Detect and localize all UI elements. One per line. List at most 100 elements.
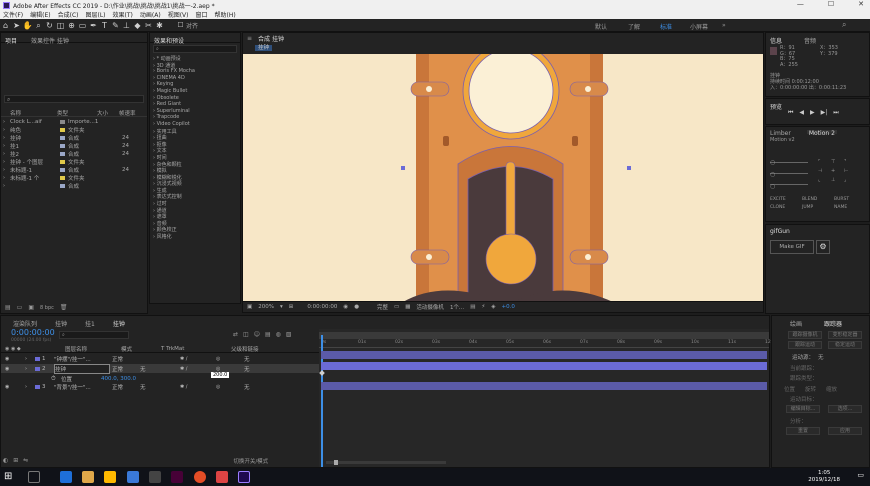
label-color-icon[interactable] [60, 160, 65, 164]
layer-label-color-icon[interactable] [35, 384, 40, 389]
anchor-r-icon[interactable]: ⊢ [844, 168, 854, 174]
effect-category[interactable]: › 扭曲 [150, 134, 240, 141]
layer-label-color-icon[interactable] [35, 356, 40, 361]
timeline-graph[interactable]: 0s 01s 02s 03s 04s 05s 06s 07s 08s 09s 10s 11s 12s [319, 329, 773, 467]
expand-icon[interactable]: › [1, 135, 10, 141]
layer-parent[interactable]: 无 [244, 355, 250, 363]
slider-knob-2[interactable]: ○ [770, 169, 775, 181]
project-item[interactable]: › 未标题-1 合成 24 [1, 166, 147, 174]
switches-icon[interactable]: ✱ ∕ [180, 384, 216, 390]
store-icon[interactable] [127, 471, 139, 483]
effect-category[interactable]: › 沉浸式视频 [150, 180, 240, 187]
menu-edit[interactable]: 编辑(E) [30, 10, 50, 19]
type-tool-icon[interactable]: T [99, 20, 110, 31]
effect-category[interactable]: › Red Giant [150, 101, 240, 108]
toggle-icon[interactable]: ▤ [470, 304, 475, 310]
edit-target-button[interactable]: 编辑目标... [786, 405, 820, 413]
col-size[interactable]: 大小 [97, 109, 119, 117]
layer-bar-1[interactable] [321, 351, 767, 359]
anchor-bl-icon[interactable]: ⌞ [818, 177, 828, 183]
expand-icon[interactable]: › [1, 127, 10, 133]
new-comp-icon[interactable]: ▣ [28, 304, 34, 311]
effect-category[interactable]: › Magic Bullet [150, 88, 240, 95]
label-color-icon[interactable] [60, 144, 65, 148]
selection-tool-icon[interactable]: ➤ [11, 20, 22, 31]
switches-icon[interactable]: ✱ ∕ [180, 366, 216, 372]
scale-checkbox[interactable]: 缩放 [826, 385, 837, 393]
snap-checkbox-icon[interactable]: ☐ [175, 20, 186, 31]
project-item[interactable]: › 挂钟 - 个图层 文件夹 [1, 158, 147, 166]
grid-icon[interactable]: ⊞ [289, 304, 294, 310]
project-item[interactable]: › 未标题-1 个 文件夹 [1, 174, 147, 182]
project-item[interactable]: › 合成 [1, 182, 147, 190]
effect-category[interactable]: › 模糊和锐化 [150, 174, 240, 181]
project-item[interactable]: › 挂2 合成 24 [1, 150, 147, 158]
effect-category[interactable]: › 抠像 [150, 141, 240, 148]
task-view-icon[interactable] [28, 471, 40, 483]
color-swatch-icon[interactable]: ● [354, 304, 359, 310]
pickwhip-icon[interactable]: ◎ [216, 366, 244, 372]
menu-composition[interactable]: 合成(C) [58, 10, 79, 19]
effect-category[interactable]: › Video Copilot [150, 121, 240, 128]
after-effects-icon[interactable] [238, 471, 250, 483]
shy-icon[interactable]: ☺ [254, 331, 260, 338]
clock-time[interactable]: 1:05 [808, 470, 840, 477]
frame-blend-icon[interactable]: ▤ [265, 331, 271, 338]
menu-window[interactable]: 窗口 [195, 10, 207, 19]
clone-tool-icon[interactable]: ⊥ [121, 20, 132, 31]
time-ruler[interactable]: 0s 01s 02s 03s 04s 05s 06s 07s 08s 09s 10s 11s 12s [319, 340, 773, 348]
effect-category[interactable]: › Superluminal [150, 108, 240, 115]
anchor-b-icon[interactable]: ⊥ [831, 177, 841, 183]
region-icon[interactable]: ▭ [394, 304, 399, 310]
layer-row[interactable]: ◉ › 2 挂钟 正常无 ✱ ∕ ◎ 无 [1, 363, 319, 374]
folder-icon[interactable] [104, 471, 116, 483]
pan-behind-tool-icon[interactable]: ⊕ [66, 20, 77, 31]
warp-stabilizer-button[interactable]: 变形稳定器 [828, 331, 862, 339]
motion-blur-icon[interactable]: ◍ [276, 331, 281, 338]
effect-category[interactable]: › 模拟 [150, 167, 240, 174]
puppet-tool-icon[interactable]: ✱ [154, 20, 165, 31]
xd-icon[interactable] [171, 471, 183, 483]
effect-category[interactable]: › 实用工具 [150, 128, 240, 135]
app-icon[interactable] [149, 471, 161, 483]
eraser-tool-icon[interactable]: ◆ [132, 20, 143, 31]
position-value[interactable]: 400.0, 300.0 [101, 376, 136, 382]
anchor-tr-icon[interactable]: ⌝ [844, 159, 854, 165]
menu-view[interactable]: 视图(V) [168, 10, 189, 19]
pickwhip-icon[interactable]: ◎ [216, 384, 244, 390]
windows-start-icon[interactable]: ⊞ [4, 471, 16, 483]
workspace-small-screen[interactable]: 小屏幕 [690, 22, 708, 31]
effect-category[interactable]: › * 动画预设 [150, 55, 240, 62]
expand-icon[interactable]: › [1, 143, 10, 149]
expand-icon[interactable]: ⊞ [13, 457, 18, 465]
timeline-timecode[interactable]: 0:00:00:00 [11, 328, 55, 337]
layer-name[interactable]: "钟摆"/挂一"... [54, 355, 110, 363]
graph-editor-icon[interactable]: ▧ [286, 331, 292, 338]
tab-project[interactable]: 项目 [5, 36, 17, 45]
excite-button[interactable]: EXCITE [770, 197, 802, 202]
effect-category[interactable]: › Obsolete [150, 95, 240, 102]
home-icon[interactable]: ⌂ [0, 20, 11, 31]
prev-frame-icon[interactable]: ◀ [799, 109, 804, 117]
tab-audio[interactable]: 音频 [804, 36, 816, 45]
av-switches-icon[interactable]: ◉ ◉ ◆ [1, 346, 65, 352]
position-checkbox[interactable]: 位置 [784, 385, 795, 393]
effect-category[interactable]: › 生成 [150, 187, 240, 194]
apply-button[interactable]: 应用 [828, 427, 862, 435]
bpc-label[interactable]: 8 bpc [40, 305, 54, 311]
workspace-default[interactable]: 默认 [595, 22, 607, 31]
tab-timeline-active[interactable]: 挂钟 [113, 319, 125, 328]
project-search-icon[interactable]: ⌕ [5, 96, 10, 103]
expand-icon[interactable]: › [1, 151, 10, 157]
hand-tool-icon[interactable]: ✋ [22, 20, 33, 31]
effect-category[interactable]: › Boris FX Mocha [150, 68, 240, 75]
first-frame-icon[interactable]: ⏮ [788, 109, 793, 117]
effect-category[interactable]: › 通道 [150, 207, 240, 214]
snapshot-icon[interactable]: ◉ [343, 304, 348, 310]
clone-button[interactable]: CLONE [770, 205, 802, 210]
maximize-button[interactable]: ☐ [828, 0, 834, 8]
layer-mode[interactable]: 正常 [110, 365, 140, 373]
tab-composition[interactable]: 合成 挂钟 [258, 34, 284, 43]
layer-trkmat[interactable]: 无 [140, 365, 180, 373]
camera-tool-icon[interactable]: ◫ [55, 20, 66, 31]
